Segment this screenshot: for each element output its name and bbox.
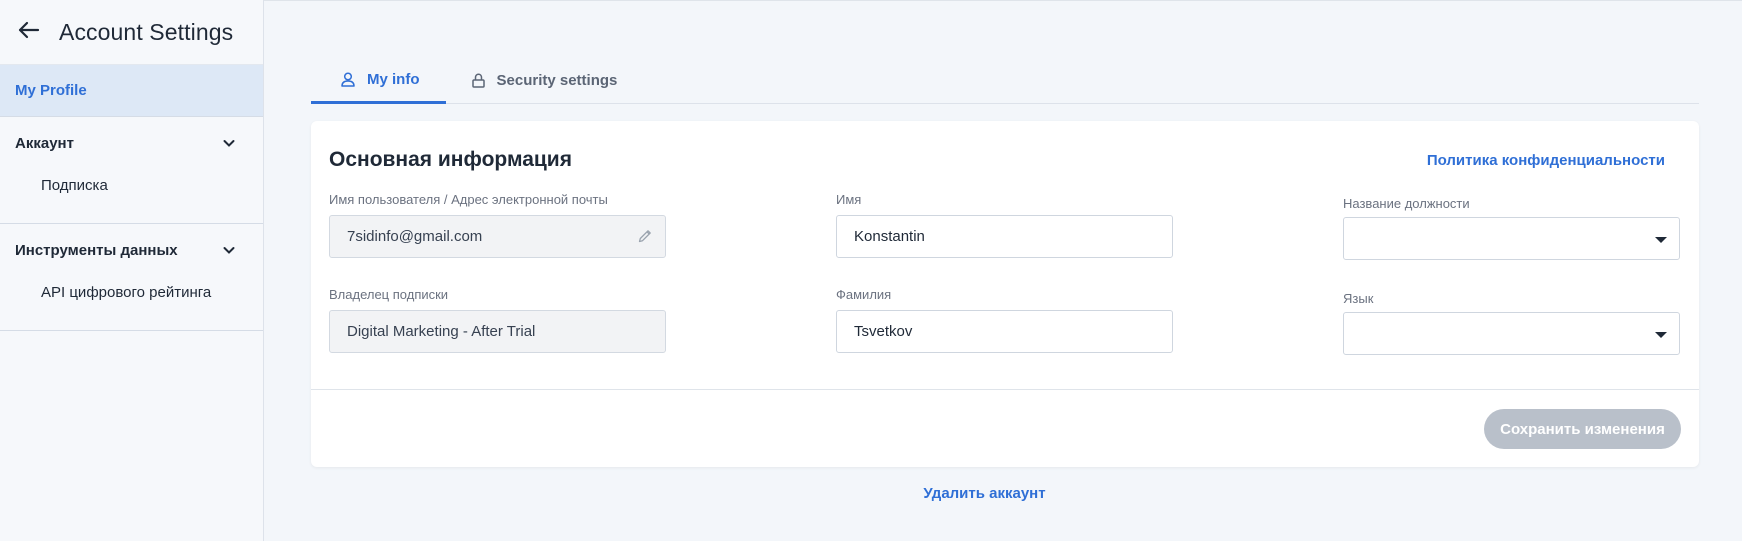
sidebar-item-digital-rating-api[interactable]: API цифрового рейтинга bbox=[0, 276, 263, 330]
basic-info-card: Основная информация Политика конфиденциа… bbox=[311, 121, 1699, 467]
sidebar: Account Settings My Profile Аккаунт Подп… bbox=[0, 0, 264, 541]
card-divider bbox=[311, 389, 1699, 390]
arrow-left-icon[interactable] bbox=[18, 18, 44, 46]
sidebar-group-data-tools: Инструменты данных API цифрового рейтинг… bbox=[0, 224, 263, 331]
chevron-down-icon bbox=[223, 247, 235, 254]
lock-icon bbox=[471, 73, 485, 88]
subscription-owner-value: Digital Marketing - After Trial bbox=[347, 323, 536, 340]
job-title-select[interactable] bbox=[1343, 217, 1680, 260]
sidebar-group-account-header[interactable]: Аккаунт bbox=[0, 117, 263, 169]
language-select[interactable] bbox=[1343, 312, 1680, 355]
first-name-label: Имя bbox=[836, 192, 862, 207]
pencil-icon[interactable] bbox=[637, 228, 653, 244]
tab-my-info[interactable]: My info bbox=[311, 57, 446, 104]
privacy-policy-link[interactable]: Политика конфиденциальности bbox=[1427, 152, 1665, 169]
caret-down-icon bbox=[1655, 332, 1667, 338]
username-field: 7sidinfo@gmail.com bbox=[329, 215, 666, 258]
sidebar-item-subscription[interactable]: Подписка bbox=[0, 169, 263, 223]
last-name-label: Фамилия bbox=[836, 287, 892, 302]
last-name-input[interactable]: Tsvetkov bbox=[836, 310, 1173, 353]
sidebar-group-label: Аккаунт bbox=[15, 134, 74, 152]
user-icon bbox=[341, 71, 355, 87]
tab-bar: My info Security settings bbox=[311, 57, 1699, 104]
subscription-owner-label: Владелец подписки bbox=[329, 287, 449, 302]
sidebar-group-account: Аккаунт Подписка bbox=[0, 117, 263, 224]
job-title-label: Название должности bbox=[1343, 196, 1470, 211]
main-content: My info Security settings Основная инфор… bbox=[264, 0, 1742, 541]
delete-account-link[interactable]: Удалить аккаунт bbox=[264, 485, 1705, 502]
subscription-owner-field: Digital Marketing - After Trial bbox=[329, 310, 666, 353]
tab-label: My info bbox=[367, 70, 420, 88]
sidebar-item-my-profile[interactable]: My Profile bbox=[0, 64, 263, 117]
sidebar-title: Account Settings bbox=[59, 18, 234, 45]
first-name-value: Konstantin bbox=[854, 228, 925, 245]
tab-label: Security settings bbox=[496, 71, 618, 89]
save-changes-button[interactable]: Сохранить изменения bbox=[1484, 409, 1681, 449]
language-label: Язык bbox=[1343, 291, 1374, 306]
caret-down-icon bbox=[1655, 237, 1667, 243]
sidebar-group-label: Инструменты данных bbox=[15, 241, 178, 259]
chevron-down-icon bbox=[223, 140, 235, 147]
card-title: Основная информация bbox=[329, 148, 572, 171]
username-value: 7sidinfo@gmail.com bbox=[347, 228, 483, 245]
sidebar-header: Account Settings bbox=[0, 0, 263, 64]
sidebar-group-data-tools-header[interactable]: Инструменты данных bbox=[0, 224, 263, 276]
tab-security-settings[interactable]: Security settings bbox=[446, 57, 644, 103]
username-label: Имя пользователя / Адрес электронной поч… bbox=[329, 192, 608, 207]
last-name-value: Tsvetkov bbox=[854, 323, 913, 340]
first-name-input[interactable]: Konstantin bbox=[836, 215, 1173, 258]
